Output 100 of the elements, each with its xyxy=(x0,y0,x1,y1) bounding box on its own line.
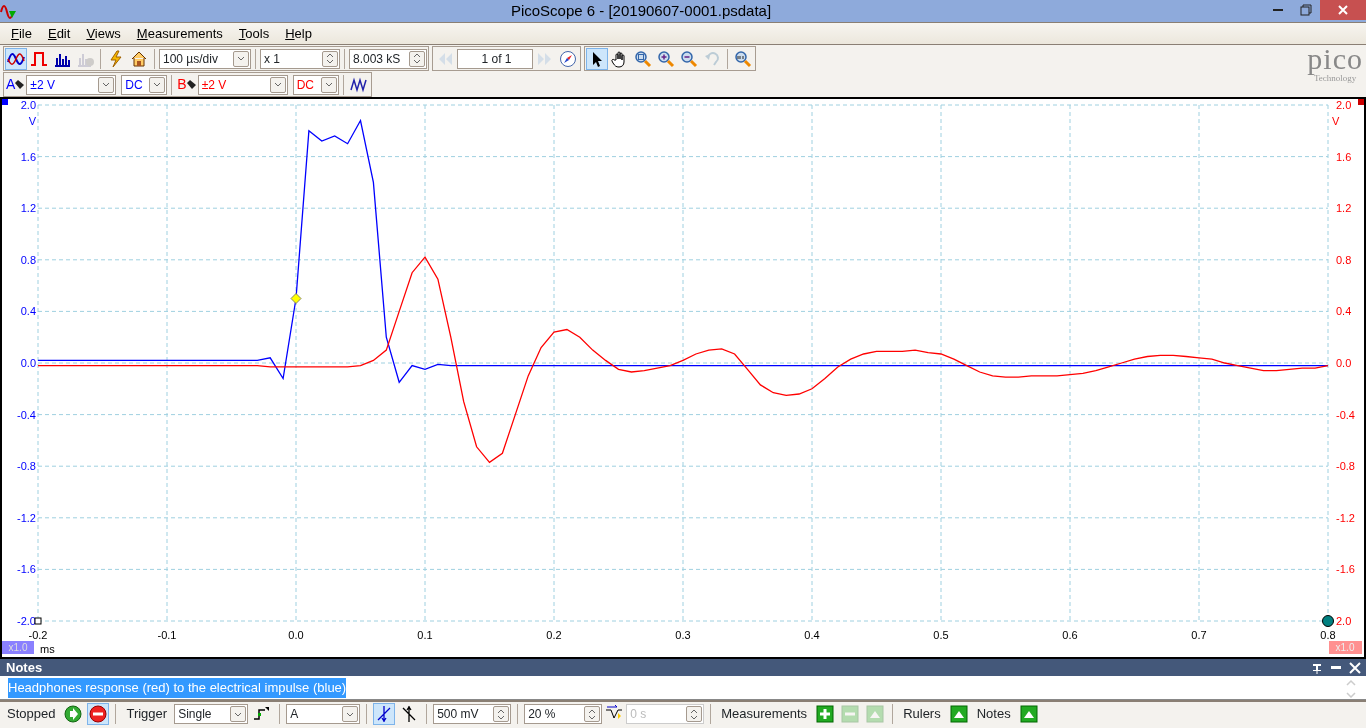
minimize-icon xyxy=(1273,9,1283,11)
channel-button[interactable]: A xyxy=(5,73,26,96)
menu-item[interactable]: Help xyxy=(277,23,320,44)
zoom-icon xyxy=(734,49,752,68)
status-text: Stopped xyxy=(6,705,57,724)
ruler-handle-icon[interactable] xyxy=(34,617,42,625)
notes-text: Headphones response (red) to the electrical impulse (blue) xyxy=(8,678,347,698)
axis-tick-label: -1.2 xyxy=(1336,511,1355,524)
buffer-field[interactable]: 1 of 1 xyxy=(457,48,533,69)
axis-tick-label: -2.0 xyxy=(17,615,36,627)
axis-tick-label: 2.0 xyxy=(1336,99,1352,111)
menu-item[interactable]: File xyxy=(3,23,40,44)
axis-tick-label: -1.6 xyxy=(17,563,36,576)
spinner-icon xyxy=(588,708,597,720)
spinner-icon xyxy=(497,708,506,720)
lightning-icon xyxy=(107,49,125,68)
compass-icon xyxy=(559,49,577,68)
scrollbar-arrow-icon[interactable] xyxy=(1344,678,1358,698)
axis-unit-label: V xyxy=(28,115,36,127)
axis-tick-label: 0.1 xyxy=(417,629,433,641)
ruler-handle-icon[interactable] xyxy=(1322,615,1334,627)
pin-icon xyxy=(1311,661,1323,674)
timebase-select[interactable]: 100 µs/div xyxy=(159,48,251,69)
channel-marker-icon xyxy=(1358,99,1364,105)
caret-icon xyxy=(153,82,162,87)
axis-tick-label: -1.2 xyxy=(17,511,36,524)
stop-icon xyxy=(89,705,108,723)
axis-tick-label: 0.5 xyxy=(933,629,949,641)
range-select[interactable]: ±2 V xyxy=(26,74,117,95)
trigger-marker-icon[interactable] xyxy=(290,293,302,304)
axis-tick-label: 1.6 xyxy=(1336,150,1352,163)
pretrigger-spinner[interactable]: 20 % xyxy=(524,704,603,724)
caret-icon xyxy=(273,82,282,87)
stop-button[interactable] xyxy=(87,703,110,725)
oscilloscope-view-button[interactable] xyxy=(5,47,27,70)
menu-item[interactable]: Tools xyxy=(230,23,278,44)
select-tool-button[interactable] xyxy=(586,47,608,70)
minimize-icon xyxy=(1331,666,1341,669)
threshold-spinner[interactable]: 500 mV xyxy=(433,704,512,724)
axis-tick-label: -0.4 xyxy=(1336,408,1355,421)
samples-spinner[interactable]: 8.003 kS xyxy=(349,48,427,69)
trigger-label: Trigger xyxy=(125,705,169,724)
axis-tick-label: 0.0 xyxy=(288,629,304,641)
axis-tick-label: 0.2 xyxy=(546,629,562,641)
window-title: PicoScope 6 - [20190607-0001.psdata] xyxy=(509,1,773,21)
zoom-out-icon xyxy=(680,49,698,68)
axis-tick-label: -0.8 xyxy=(17,460,36,473)
menu-item[interactable]: Measurements xyxy=(128,23,231,44)
menu-item[interactable]: Edit xyxy=(39,23,79,44)
caret-icon xyxy=(234,711,243,717)
channel-button[interactable]: B xyxy=(176,73,197,96)
add-measurement-button[interactable] xyxy=(814,703,837,725)
zoom-in-icon xyxy=(657,49,675,68)
panel-title: Notes xyxy=(6,659,44,676)
axis-tick-label: 0.3 xyxy=(675,629,691,641)
pulse-icon xyxy=(30,49,48,68)
axis-tick-label: -1.6 xyxy=(1336,563,1355,576)
range-select[interactable]: ±2 V xyxy=(197,74,288,95)
rulers-button[interactable] xyxy=(947,703,970,725)
caret-icon xyxy=(324,82,333,87)
caret-icon xyxy=(237,56,245,61)
caret-icon xyxy=(346,711,355,717)
plus-icon xyxy=(816,705,835,723)
axis-tick-label: 0.8 xyxy=(20,253,36,266)
trigger-source-select[interactable]: A xyxy=(286,704,361,724)
spinner-icon xyxy=(326,53,334,64)
axis-tick-label: 0.4 xyxy=(1336,305,1352,318)
axis-tick-label: 0.0 xyxy=(1336,357,1352,369)
channel-marker-icon xyxy=(2,99,8,105)
trigger-mode-select[interactable]: Single xyxy=(174,704,249,724)
axis-tick-label: 1.2 xyxy=(1336,202,1352,215)
notes-button[interactable] xyxy=(1017,703,1040,725)
axis-tick-label: -0.4 xyxy=(17,408,36,421)
axis-tick-label: 0.6 xyxy=(1062,629,1078,641)
logo-name: pico xyxy=(1307,45,1363,73)
home-icon xyxy=(130,49,148,68)
start-button[interactable] xyxy=(62,703,85,725)
coupling-select[interactable]: DC xyxy=(121,74,168,95)
axis-tick-label: 0.0 xyxy=(20,357,36,369)
restore-icon xyxy=(1300,4,1312,16)
pointer-icon xyxy=(186,80,196,89)
zoom-spinner[interactable]: x 1 xyxy=(260,48,340,69)
rising-edge-button[interactable] xyxy=(373,703,396,725)
close-icon xyxy=(1349,661,1361,674)
axis-tick-label: 2.0 xyxy=(1336,615,1352,627)
pulse-icon xyxy=(253,705,272,723)
notes-label: Notes xyxy=(975,705,1012,724)
axis-tick-label: 2.0 xyxy=(20,99,36,111)
close-icon xyxy=(1337,4,1349,16)
axis-tick-label: 0.4 xyxy=(20,305,36,318)
zoom-icon xyxy=(634,49,652,68)
measurements-label: Measurements xyxy=(720,705,809,724)
axis-tick-label: 0.8 xyxy=(1320,629,1336,641)
axis-tick-label: 0.4 xyxy=(804,629,820,641)
axis-tick-label: -0.1 xyxy=(157,629,177,641)
axis-tick-label: 0.7 xyxy=(1191,629,1207,641)
app-logo-icon xyxy=(0,3,18,19)
axis-tick-label: 1.2 xyxy=(20,202,36,215)
menu-item[interactable]: Views xyxy=(78,23,129,44)
coupling-select[interactable]: DC xyxy=(292,74,339,95)
